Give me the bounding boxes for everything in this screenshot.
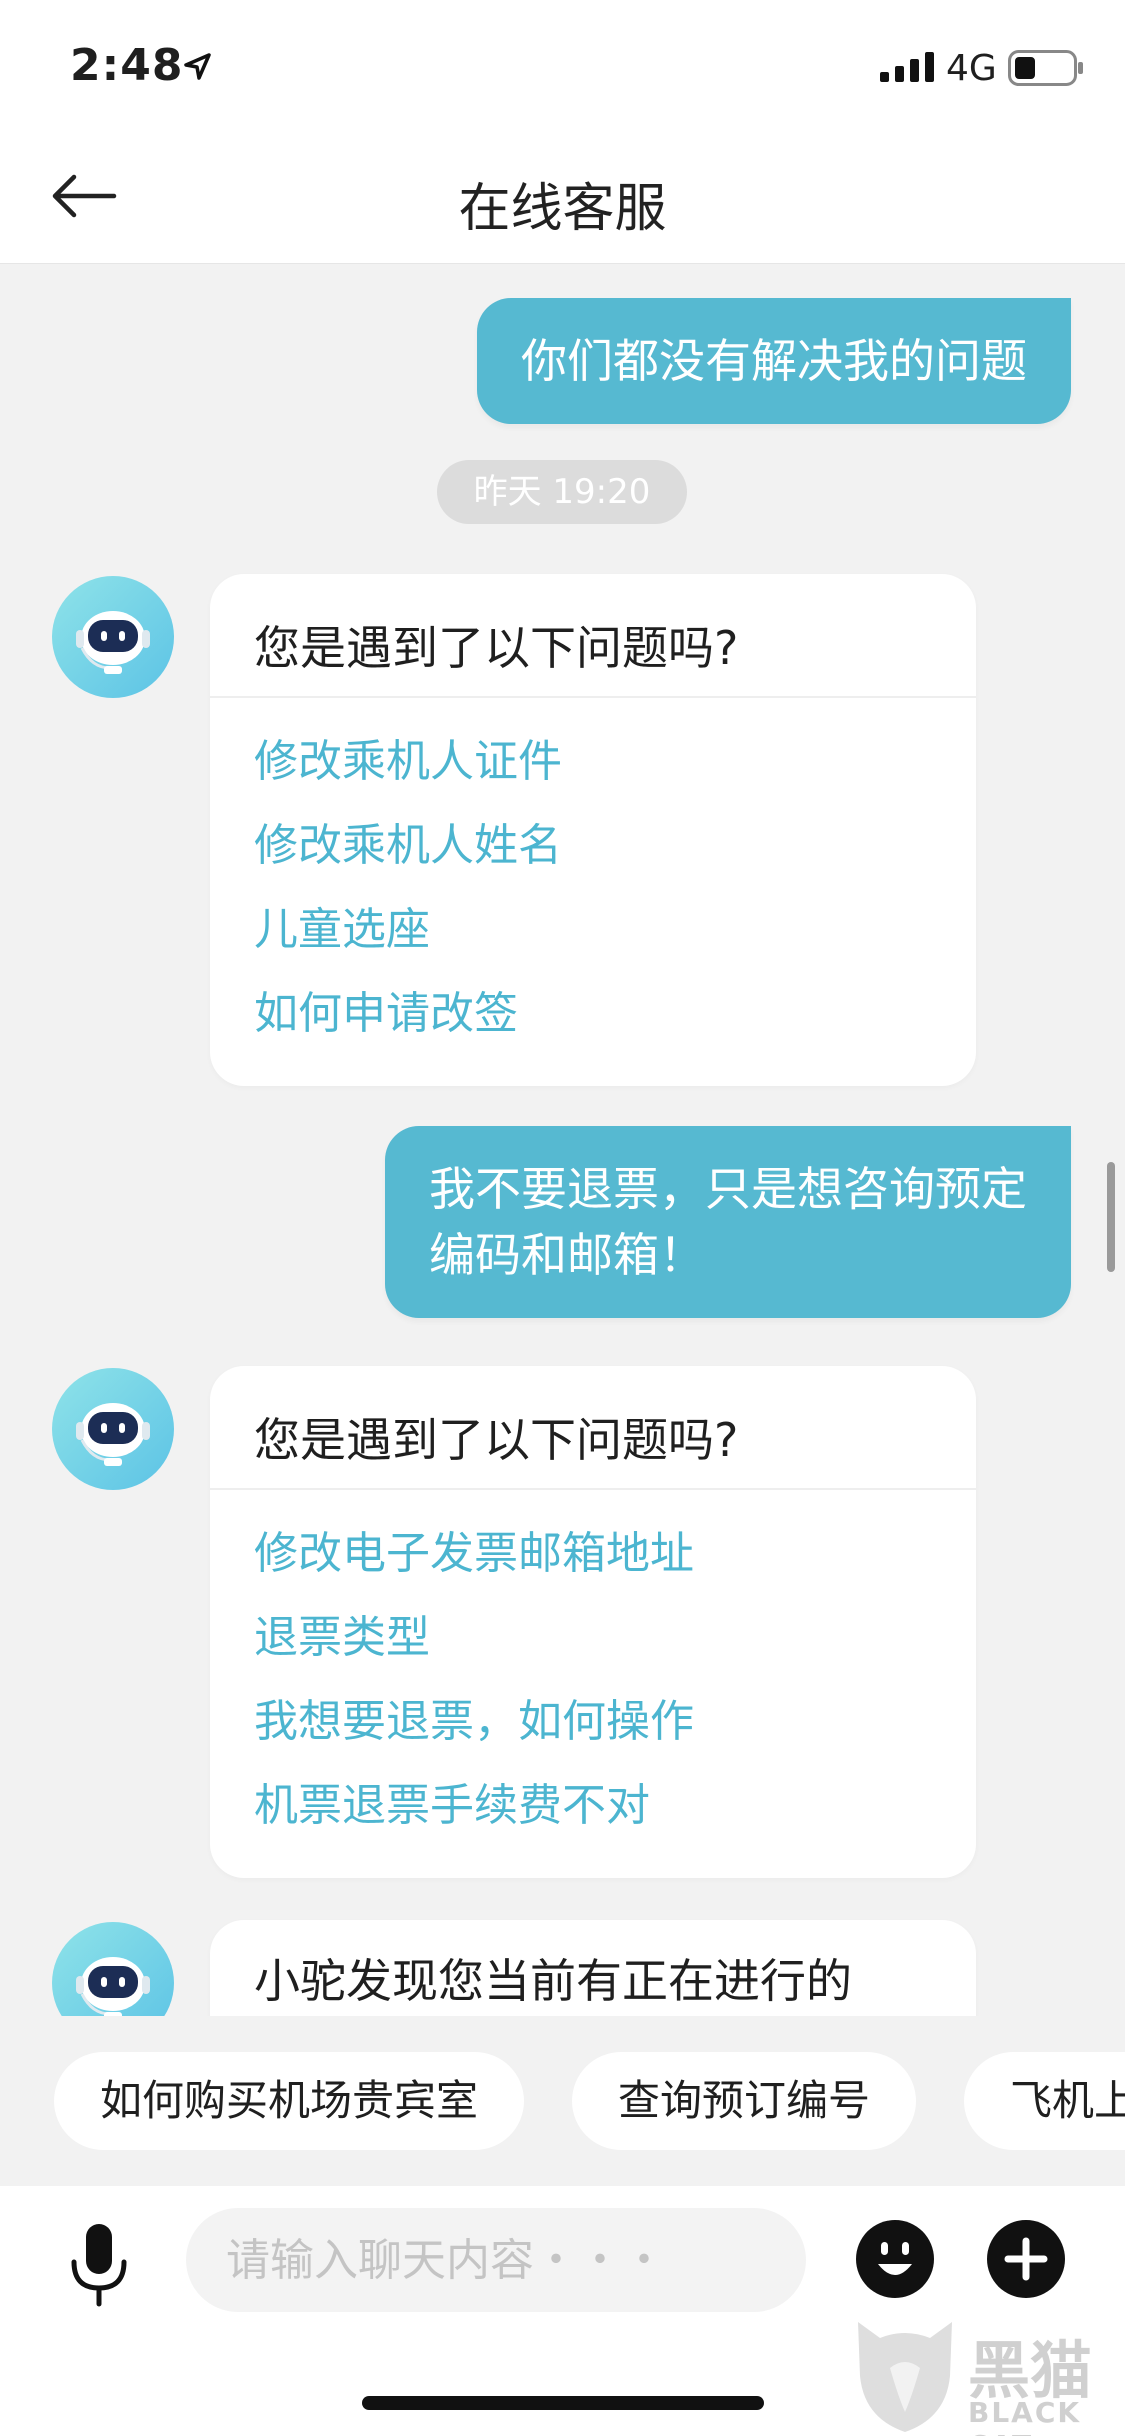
user-message-line: 我不要退票，只是想咨询预定 (429, 1162, 1027, 1216)
status-time: 2:48 (70, 40, 184, 91)
voice-button[interactable] (68, 2222, 130, 2308)
battery-icon (1008, 50, 1083, 86)
suggestion-option[interactable]: 退票类型 (254, 1596, 932, 1680)
signal-icon (880, 52, 934, 82)
card-question: 您是遇到了以下问题吗? (210, 574, 976, 698)
location-arrow-icon (184, 53, 211, 80)
bot-avatar (52, 1922, 174, 2016)
page-title: 在线客服 (458, 179, 667, 239)
quick-reply-chip[interactable]: 飞机上 (964, 2052, 1125, 2150)
status-bar: 2:48 4G (0, 0, 1125, 130)
nav-bar: 在线客服 (0, 130, 1125, 264)
suggestion-option[interactable]: 机票退票手续费不对 (254, 1764, 932, 1848)
microphone-icon (71, 2224, 127, 2307)
card-question: 您是遇到了以下问题吗? (210, 1366, 976, 1490)
user-message: 你们都没有解决我的问题 (477, 298, 1071, 424)
bot-suggestion-card: 您是遇到了以下问题吗? 修改乘机人证件 修改乘机人姓名 儿童选座 如何申请改签 (210, 574, 976, 1086)
scroll-indicator[interactable] (1107, 1162, 1115, 1272)
watermark: 黑猫 BLACK CAT (850, 2316, 1120, 2436)
user-message-text: 你们都没有解决我的问题 (521, 334, 1027, 388)
quick-reply-bar[interactable]: 如何购买机场贵宾室 查询预订编号 飞机上 (0, 2016, 1125, 2186)
plus-icon (987, 2220, 1065, 2298)
suggestion-option[interactable]: 修改乘机人姓名 (254, 804, 932, 888)
timestamp: 昨天 19:20 (437, 460, 687, 524)
bot-message: 小驼发现您当前有正在进行的 (210, 1920, 976, 2016)
bot-avatar (52, 1368, 174, 1490)
robot-avatar-icon (76, 1403, 150, 1466)
emoji-button[interactable] (854, 2218, 936, 2300)
suggestion-option[interactable]: 修改电子发票邮箱地址 (254, 1512, 932, 1596)
bot-avatar (52, 576, 174, 698)
card-options: 修改电子发票邮箱地址 退票类型 我想要退票，如何操作 机票退票手续费不对 (210, 1490, 976, 1878)
user-message-line: 编码和邮箱！ (429, 1228, 705, 1282)
more-button[interactable] (985, 2218, 1067, 2300)
user-message: 我不要退票，只是想咨询预定 编码和邮箱！ (385, 1126, 1071, 1318)
quick-reply-chip[interactable]: 查询预订编号 (572, 2052, 917, 2150)
robot-avatar-icon (76, 611, 150, 674)
robot-avatar-icon (76, 1957, 150, 2016)
bot-message-text: 小驼发现您当前有正在进行的 (254, 1954, 852, 2008)
chat-area[interactable]: 你们都没有解决我的问题 昨天 19:20 您是遇到了以下问题吗? 修改乘机人证件… (0, 264, 1125, 2016)
quick-reply-chip[interactable]: 如何购买机场贵宾室 (54, 2052, 525, 2150)
card-options: 修改乘机人证件 修改乘机人姓名 儿童选座 如何申请改签 (210, 698, 976, 1086)
black-cat-logo-icon (858, 2322, 952, 2432)
emoji-icon (856, 2220, 934, 2298)
home-indicator[interactable] (362, 2396, 764, 2410)
bot-suggestion-card: 您是遇到了以下问题吗? 修改电子发票邮箱地址 退票类型 我想要退票，如何操作 机… (210, 1366, 976, 1878)
watermark-sub-text: BLACK CAT (968, 2396, 1082, 2436)
suggestion-option[interactable]: 修改乘机人证件 (254, 720, 932, 804)
suggestion-option[interactable]: 儿童选座 (254, 888, 932, 972)
network-type: 4G (946, 48, 997, 89)
suggestion-option[interactable]: 我想要退票，如何操作 (254, 1680, 932, 1764)
message-input[interactable] (186, 2208, 806, 2312)
suggestion-option[interactable]: 如何申请改签 (254, 972, 932, 1056)
